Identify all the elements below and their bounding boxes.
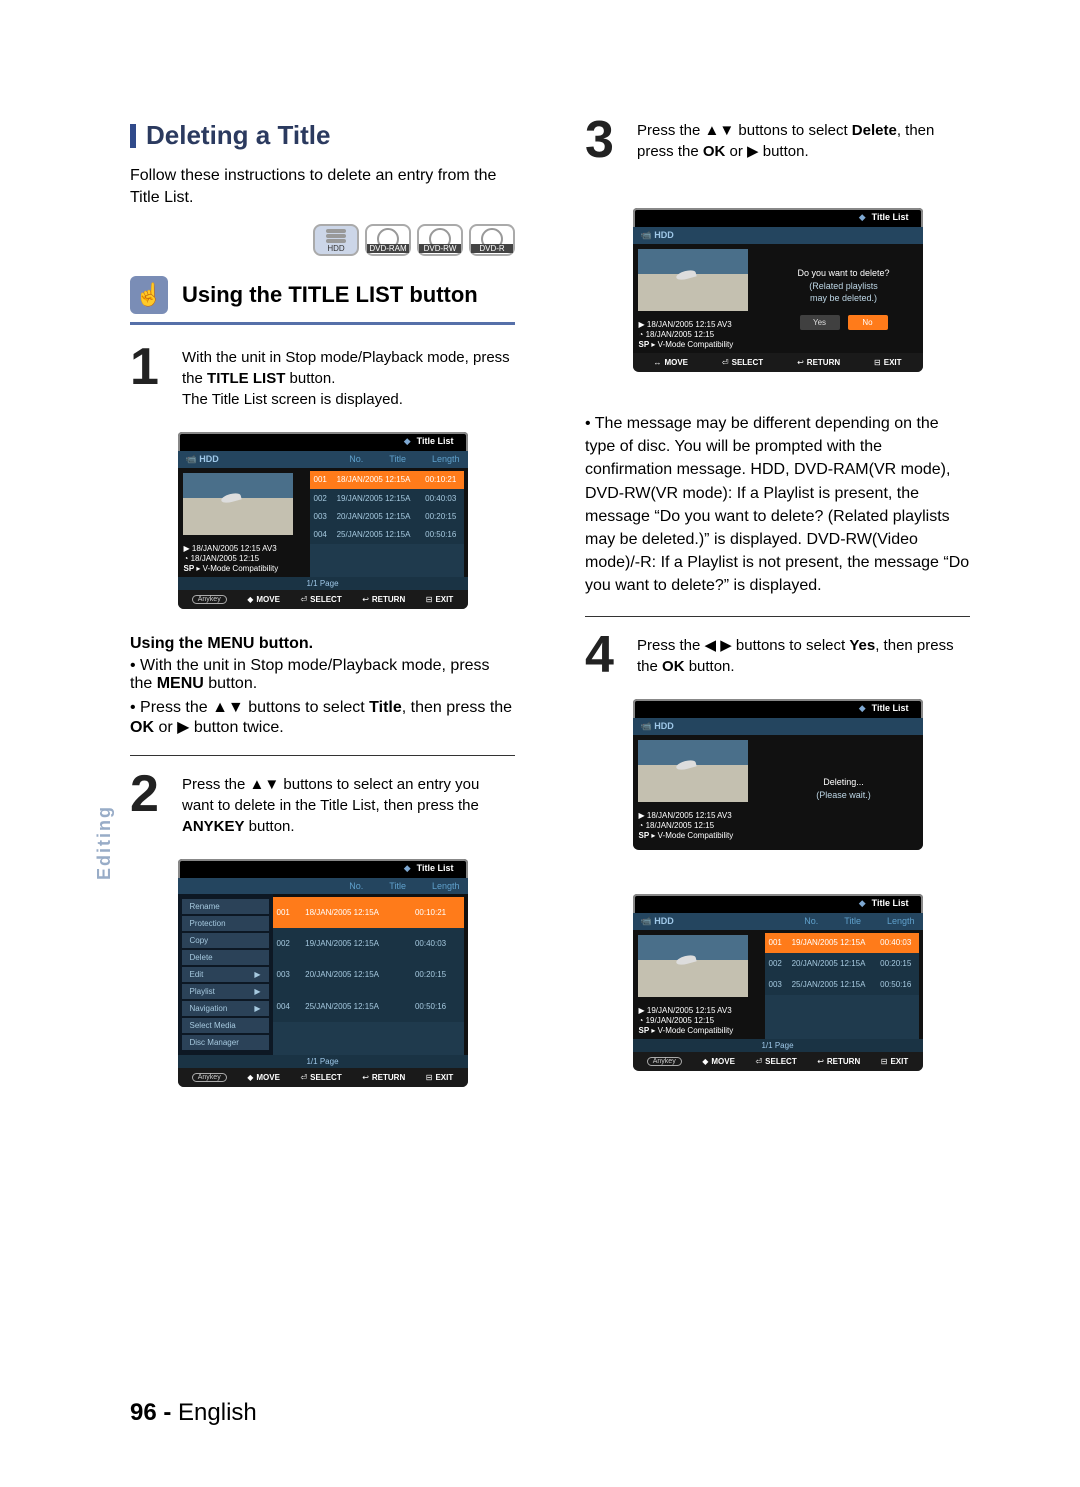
step-1: 1 With the unit in Stop mode/Playback mo… <box>130 347 515 410</box>
thumb-info: ▶ 18/JAN/2005 12:15 AV3 ◔ 18/JAN/2005 12… <box>633 316 765 353</box>
step-3: 3 Press the ▲▼ buttons to select Delete,… <box>585 120 970 162</box>
dvd-rw-icon: DVD-RW <box>417 224 463 256</box>
step-number-3: 3 <box>585 120 625 162</box>
hdd-icon: HDD <box>313 224 359 256</box>
heading-rule <box>130 322 515 325</box>
left-column: Deleting a Title Follow these instructio… <box>130 120 515 1113</box>
thumbnail-preview <box>638 249 748 311</box>
menu-bullet-1: With the unit in Stop mode/Playback mode… <box>130 657 515 693</box>
thumb-info: ▶ 18/JAN/2005 12:15 AV3 ◔ 18/JAN/2005 12… <box>178 540 310 577</box>
page-number: 96 - <box>130 1399 171 1426</box>
title-text: Deleting a Title <box>146 120 330 151</box>
osd-footer: ↔MOVE ⏎SELECT ↩RETURN ⊟EXIT <box>633 353 923 372</box>
dvd-r-icon: DVD-R <box>469 224 515 256</box>
step-3-text: Press the ▲▼ buttons to select Delete, t… <box>637 120 970 162</box>
step-number-2: 2 <box>130 774 170 837</box>
dvd-ram-icon: DVD-RAM <box>365 224 411 256</box>
subtitle-row: ☝ Using the TITLE LIST button <box>130 276 515 314</box>
step-2: 2 Press the ▲▼ buttons to select an entr… <box>130 774 515 837</box>
using-menu-heading: Using the MENU button. <box>130 635 515 653</box>
context-menu: Rename Protection Copy Delete Edit▶ Play… <box>178 894 273 1055</box>
hand-press-icon: ☝ <box>130 276 168 314</box>
osd-footer: Anykey ◆MOVE ⏎SELECT ↩RETURN ⊟EXIT <box>178 590 468 609</box>
page-footer: 96 - English <box>130 1399 257 1427</box>
title-table-after: 00119/JAN/2005 12:15A00:40:03 00220/JAN/… <box>765 933 919 1039</box>
osd-title-list: ◆Title List 📹 HDD No. Title Length ▶ 18/… <box>178 432 468 609</box>
step-2-text: Press the ▲▼ buttons to select an entry … <box>182 774 515 837</box>
thumbnail-preview <box>638 740 748 802</box>
thumbnail-preview <box>638 935 748 997</box>
step-1-text: With the unit in Stop mode/Playback mode… <box>182 347 515 410</box>
side-tab: Editing <box>94 805 115 880</box>
no-button[interactable]: No <box>848 315 888 330</box>
osd-anykey-menu: ◆Title List No. Title Length Rename Prot… <box>178 859 468 1087</box>
deleting-dialog: Deleting... (Please wait.) <box>816 776 871 801</box>
section-title: Deleting a Title <box>130 120 515 151</box>
osd-deleting: ◆Title List 📹 HDD ▶ 18/JAN/2005 12:15 AV… <box>633 699 923 850</box>
delete-dialog: Do you want to delete? (Related playlist… <box>797 267 889 330</box>
rule-1 <box>130 755 515 756</box>
intro-text: Follow these instructions to delete an e… <box>130 165 515 208</box>
subtitle-text: Using the TITLE LIST button <box>182 282 478 308</box>
osd-after-delete: ◆Title List 📹 HDD No. Title Length ▶ 19/… <box>633 894 923 1071</box>
title-table-menu: 00118/JAN/2005 12:15A00:10:21 00219/JAN/… <box>273 897 464 1055</box>
page-lang: English <box>178 1399 257 1426</box>
rule-2 <box>585 616 970 617</box>
disc-icons-row: HDD DVD-RAM DVD-RW DVD-R <box>130 224 515 256</box>
step-4: 4 Press the ◀ ▶ buttons to select Yes, t… <box>585 635 970 677</box>
menu-bullet-2: Press the ▲▼ buttons to select Title, th… <box>130 699 515 737</box>
title-bar-icon <box>130 124 136 148</box>
right-column: 3 Press the ▲▼ buttons to select Delete,… <box>585 120 970 1113</box>
step-4-text: Press the ◀ ▶ buttons to select Yes, the… <box>637 635 970 677</box>
step-number-4: 4 <box>585 635 625 677</box>
yes-button[interactable]: Yes <box>800 315 840 330</box>
thumbnail-preview <box>183 473 293 535</box>
osd-footer: Anykey ◆MOVE ⏎SELECT ↩RETURN ⊟EXIT <box>178 1068 468 1087</box>
title-table: 00118/JAN/2005 12:15A00:10:21 00219/JAN/… <box>310 471 464 577</box>
osd-footer: Anykey ◆MOVE ⏎SELECT ↩RETURN ⊟EXIT <box>633 1052 923 1071</box>
note-bullet: • The message may be different depending… <box>585 412 970 598</box>
step-number-1: 1 <box>130 347 170 410</box>
osd-confirm: ◆Title List 📹 HDD ▶ 18/JAN/2005 12:15 AV… <box>633 208 923 372</box>
using-menu-list: With the unit in Stop mode/Playback mode… <box>130 657 515 737</box>
